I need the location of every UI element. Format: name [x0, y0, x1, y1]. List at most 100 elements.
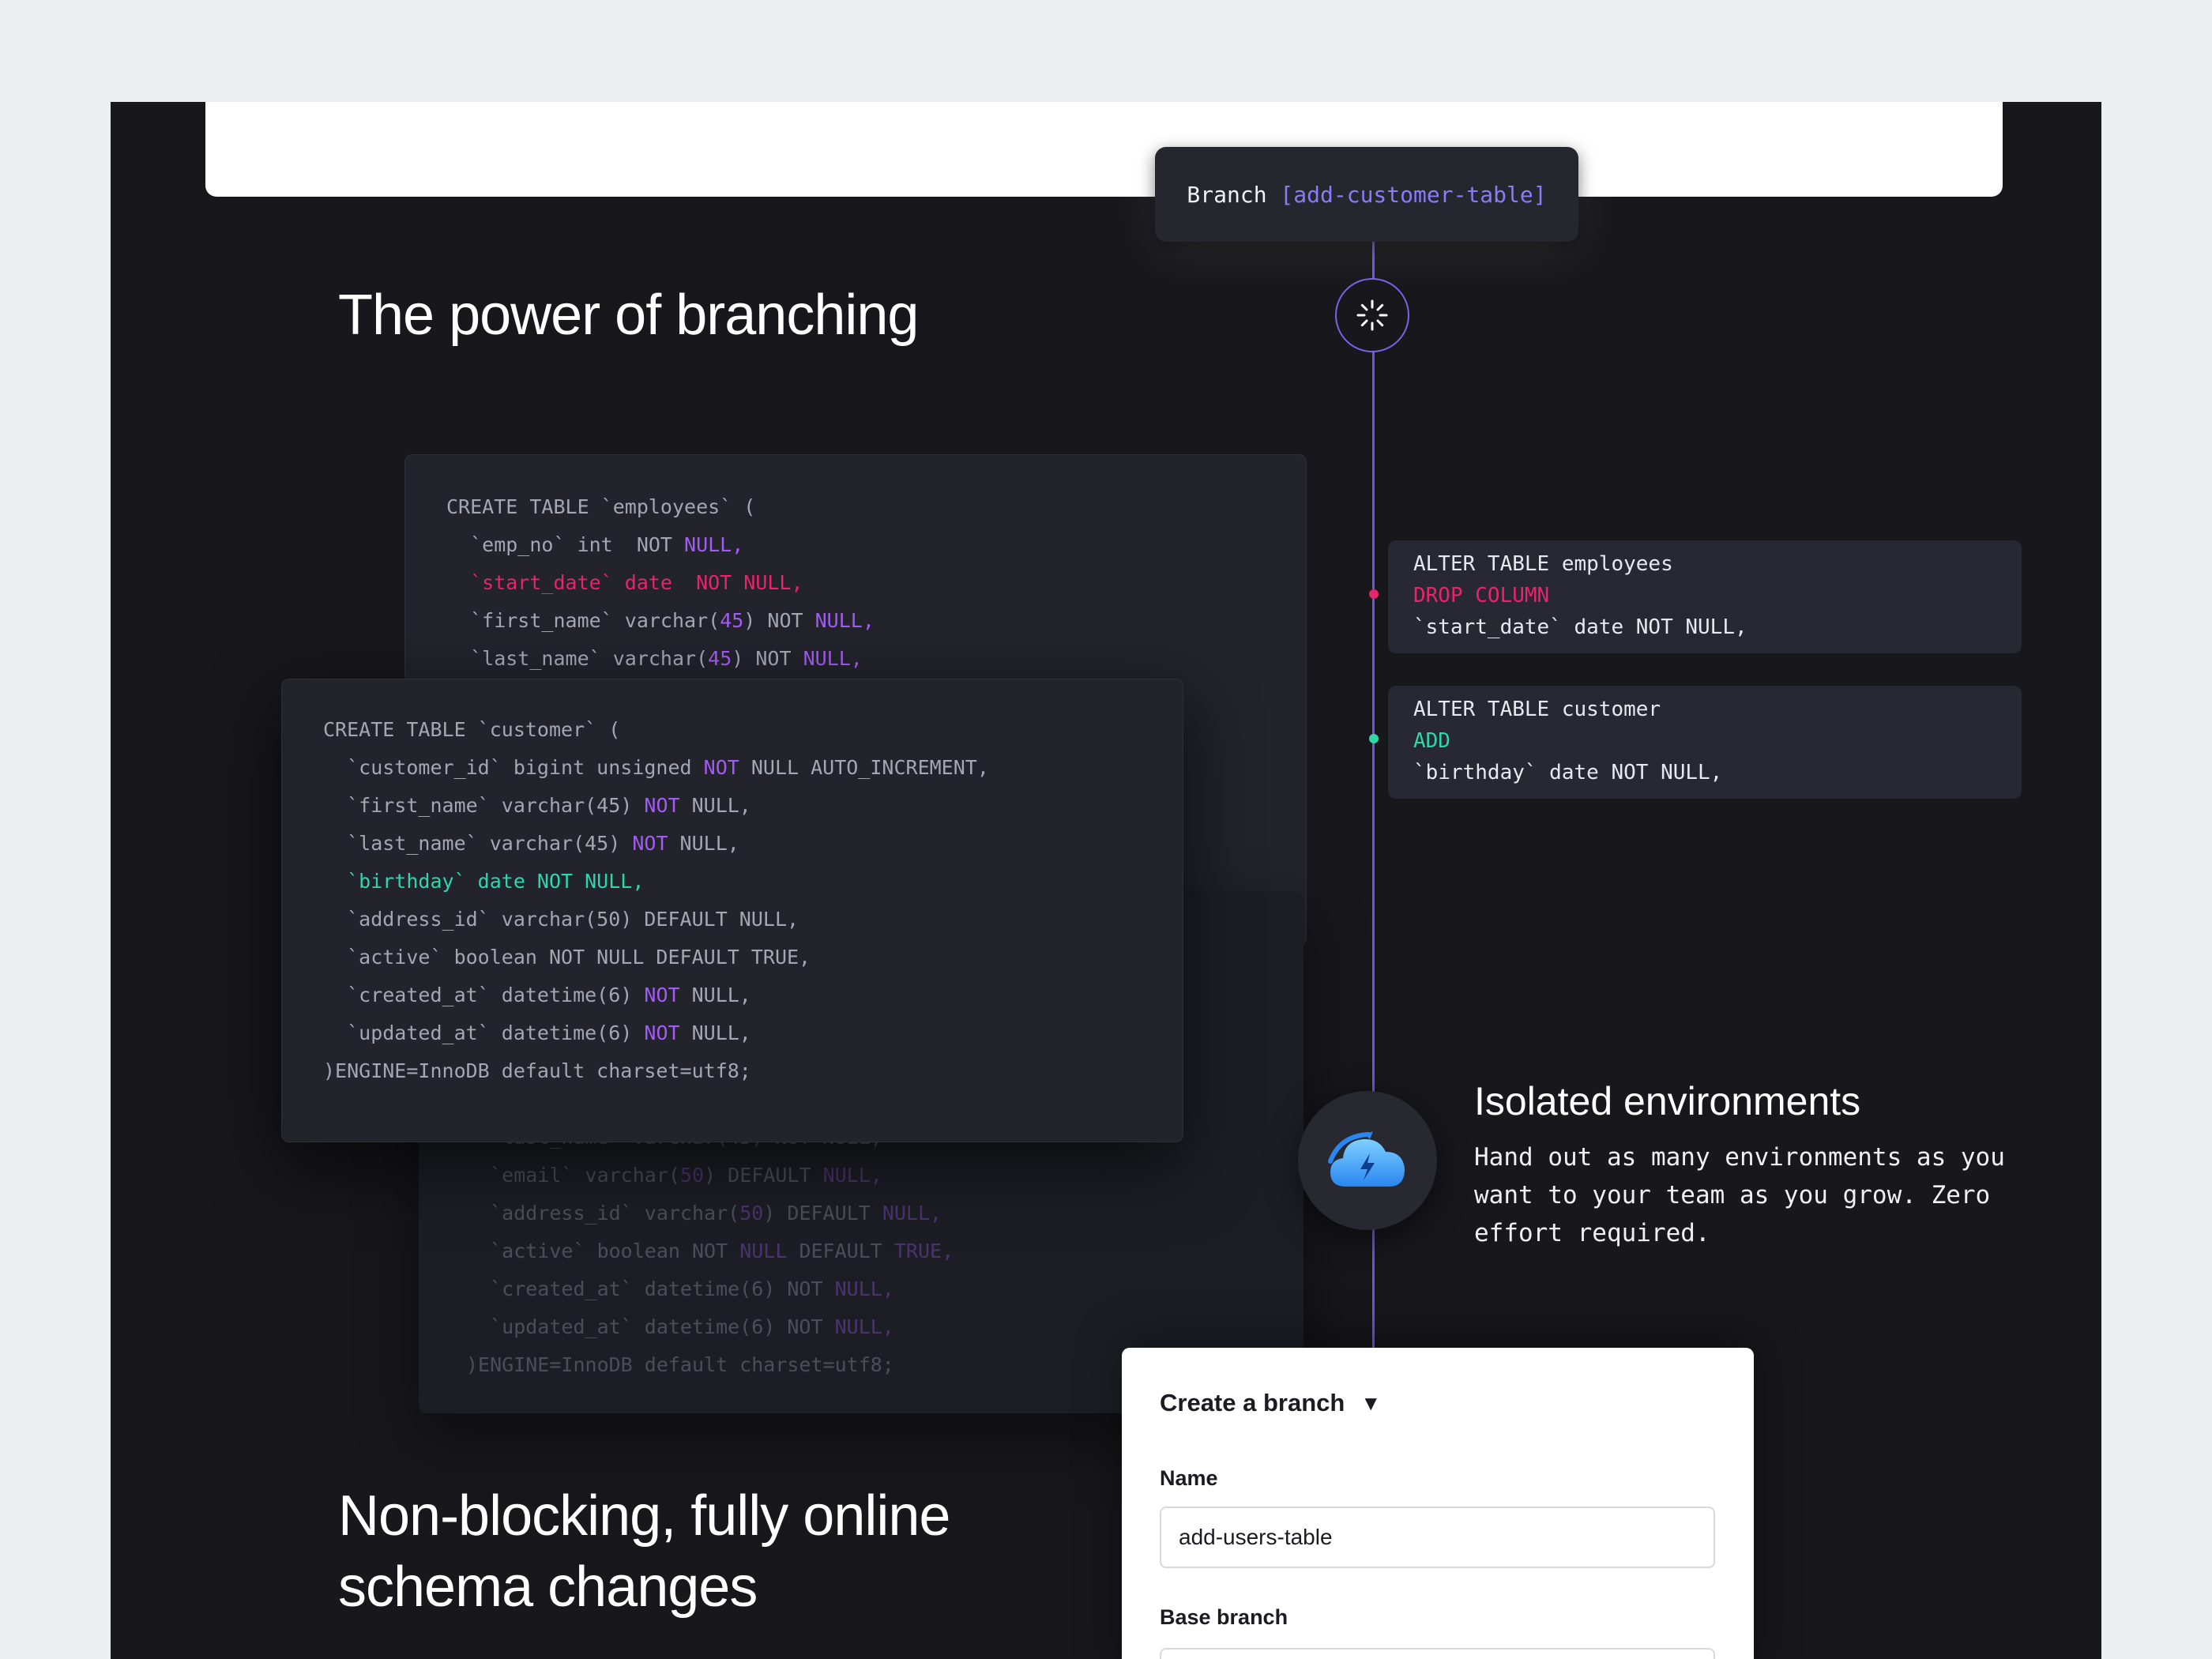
- code-token: `first_name` varchar(: [446, 609, 720, 632]
- code-token: NULL,: [679, 794, 751, 817]
- customer-code-panel: CREATE TABLE `customer` ( `customer_id` …: [281, 679, 1183, 1142]
- code-token: `updated_at` datetime(6): [323, 1021, 645, 1044]
- code-line: `active` boolean NOT NULL DEFAULT TRUE,: [466, 1240, 954, 1262]
- code-token: NOT: [644, 1021, 680, 1044]
- code-token: )ENGINE=InnoDB default charset=utf8;: [466, 1353, 894, 1376]
- code-line: `emp_no` int NOT NULL,: [446, 533, 743, 556]
- code-token: NULL,: [803, 647, 863, 670]
- code-token: NULL,: [882, 1202, 942, 1224]
- code-token: ) DEFAULT: [763, 1202, 882, 1224]
- code-token: ) NOT: [732, 647, 803, 670]
- code-line: )ENGINE=InnoDB default charset=utf8;: [323, 1059, 751, 1082]
- background-code: `last_name` varchar(45) NOT NULL, `email…: [466, 1119, 954, 1384]
- code-token: `address_id` varchar(50) DEFAULT NULL,: [323, 908, 799, 931]
- code-line: DROP COLUMN: [1413, 584, 1549, 608]
- code-token: 45: [720, 609, 744, 632]
- code-token: `emp_no` int NOT: [446, 533, 685, 556]
- code-token: )ENGINE=InnoDB default charset=utf8;: [323, 1059, 751, 1082]
- code-line: `first_name` varchar(45) NOT NULL,: [446, 609, 875, 632]
- code-token: 50: [739, 1202, 764, 1224]
- code-line: ADD: [1413, 729, 1450, 753]
- caret-down-icon[interactable]: ▼: [1360, 1391, 1381, 1416]
- timeline-dot-add: [1369, 734, 1379, 743]
- create-branch-title[interactable]: Create a branch ▼: [1160, 1389, 1381, 1417]
- isolated-environments-description: Hand out as many environments as you wan…: [1474, 1143, 2005, 1247]
- code-line: ALTER TABLE employees: [1413, 552, 1673, 576]
- name-label: Name: [1160, 1466, 1218, 1490]
- base-branch-label: Base branch: [1160, 1605, 1288, 1629]
- code-token: NULL,: [684, 533, 744, 556]
- code-line: `birthday` date NOT NULL,: [323, 870, 644, 893]
- code-token: `start_date` date NOT NULL,: [446, 571, 803, 594]
- code-token: CREATE TABLE `customer` (: [323, 718, 621, 741]
- code-token: `birthday` date NOT NULL,: [323, 870, 645, 893]
- code-token: ALTER TABLE employees: [1413, 552, 1673, 576]
- code-token: NOT: [644, 794, 680, 817]
- code-line: `active` boolean NOT NULL DEFAULT TRUE,: [323, 946, 811, 969]
- branch-name-input[interactable]: [1160, 1507, 1715, 1568]
- create-branch-form: Create a branch ▼ Name Base branch: [1122, 1348, 1754, 1659]
- code-token: `customer_id` bigint unsigned: [323, 756, 704, 779]
- customer-code: CREATE TABLE `customer` ( `customer_id` …: [323, 711, 989, 1090]
- code-line: ALTER TABLE customer: [1413, 698, 1661, 721]
- code-token: NOT: [644, 984, 680, 1006]
- code-token: `birthday` date NOT NULL,: [1413, 761, 1723, 784]
- code-token: DEFAULT: [787, 1240, 894, 1262]
- code-token: NULL,: [814, 609, 875, 632]
- heading-power-of-branching: The power of branching: [338, 284, 919, 347]
- code-token: 45: [708, 647, 732, 670]
- code-token: `active` boolean NOT NULL DEFAULT TRUE,: [323, 946, 811, 969]
- heading-non-blocking: Non-blocking, fully online schema change…: [338, 1484, 950, 1619]
- code-token: NULL,: [679, 984, 751, 1006]
- code-token: DROP COLUMN: [1413, 584, 1550, 608]
- code-token: `updated_at` datetime(6) NOT: [466, 1315, 835, 1338]
- code-line: `address_id` varchar(50) DEFAULT NULL,: [466, 1202, 942, 1224]
- code-token: TRUE,: [893, 1240, 954, 1262]
- code-line: `last_name` varchar(45) NOT NULL,: [323, 832, 739, 855]
- code-line: `birthday` date NOT NULL,: [1413, 761, 1722, 784]
- code-line: `start_date` date NOT NULL,: [446, 571, 803, 594]
- isolated-environments-title: Isolated environments: [1474, 1079, 1861, 1123]
- code-token: `last_name` varchar(45): [323, 832, 633, 855]
- code-line: `updated_at` datetime(6) NOT NULL,: [466, 1315, 894, 1338]
- code-token: `last_name` varchar(: [446, 647, 709, 670]
- code-line: `first_name` varchar(45) NOT NULL,: [323, 794, 751, 817]
- code-token: `email` varchar(: [466, 1164, 680, 1187]
- code-line: `start_date` date NOT NULL,: [1413, 615, 1747, 639]
- code-token: CREATE TABLE `employees` (: [446, 495, 756, 518]
- code-token: `address_id` varchar(: [466, 1202, 740, 1224]
- code-token: NOT: [703, 756, 739, 779]
- code-line: `last_name` varchar(45) NOT NULL,: [446, 647, 863, 670]
- code-token: ALTER TABLE customer: [1413, 698, 1661, 721]
- code-token: NULL AUTO_INCREMENT,: [739, 756, 989, 779]
- dark-feature-section: Branch [add-customer-table] The power of…: [111, 102, 2101, 1659]
- employees-code: CREATE TABLE `employees` ( `emp_no` int …: [446, 488, 875, 678]
- cloud-bolt-icon: [1328, 1131, 1405, 1187]
- branch-pill: Branch [add-customer-table]: [1155, 147, 1578, 242]
- code-line: `created_at` datetime(6) NOT NULL,: [323, 984, 751, 1006]
- code-line: `updated_at` datetime(6) NOT NULL,: [323, 1021, 751, 1044]
- create-branch-label: Create a branch: [1160, 1389, 1345, 1416]
- code-line: `email` varchar(50) DEFAULT NULL,: [466, 1164, 882, 1187]
- alter-customer-card: ALTER TABLE customer ADD `birthday` date…: [1388, 686, 2022, 799]
- code-line: CREATE TABLE `employees` (: [446, 495, 755, 518]
- alter-customer-code: ALTER TABLE customer ADD `birthday` date…: [1413, 694, 1722, 788]
- code-token: NULL,: [822, 1164, 882, 1187]
- code-token: `created_at` datetime(6) NOT: [466, 1277, 835, 1300]
- code-token: `start_date` date NOT NULL,: [1413, 615, 1747, 639]
- top-white-card: [205, 102, 2003, 197]
- alter-employees-card: ALTER TABLE employees DROP COLUMN `start…: [1388, 540, 2022, 653]
- alter-employees-code: ALTER TABLE employees DROP COLUMN `start…: [1413, 548, 1747, 643]
- code-line: )ENGINE=InnoDB default charset=utf8;: [466, 1353, 894, 1376]
- branch-name: [add-customer-table]: [1280, 181, 1547, 208]
- code-token: NULL: [739, 1240, 788, 1262]
- code-line: CREATE TABLE `customer` (: [323, 718, 620, 741]
- base-branch-select[interactable]: [1160, 1648, 1715, 1659]
- code-token: `created_at` datetime(6): [323, 984, 645, 1006]
- code-line: `created_at` datetime(6) NOT NULL,: [466, 1277, 894, 1300]
- cloud-node: [1298, 1091, 1437, 1230]
- code-token: NULL,: [679, 1021, 751, 1044]
- code-token: NULL,: [668, 832, 739, 855]
- code-line: `address_id` varchar(50) DEFAULT NULL,: [323, 908, 799, 931]
- branch-timeline: [1372, 242, 1375, 1458]
